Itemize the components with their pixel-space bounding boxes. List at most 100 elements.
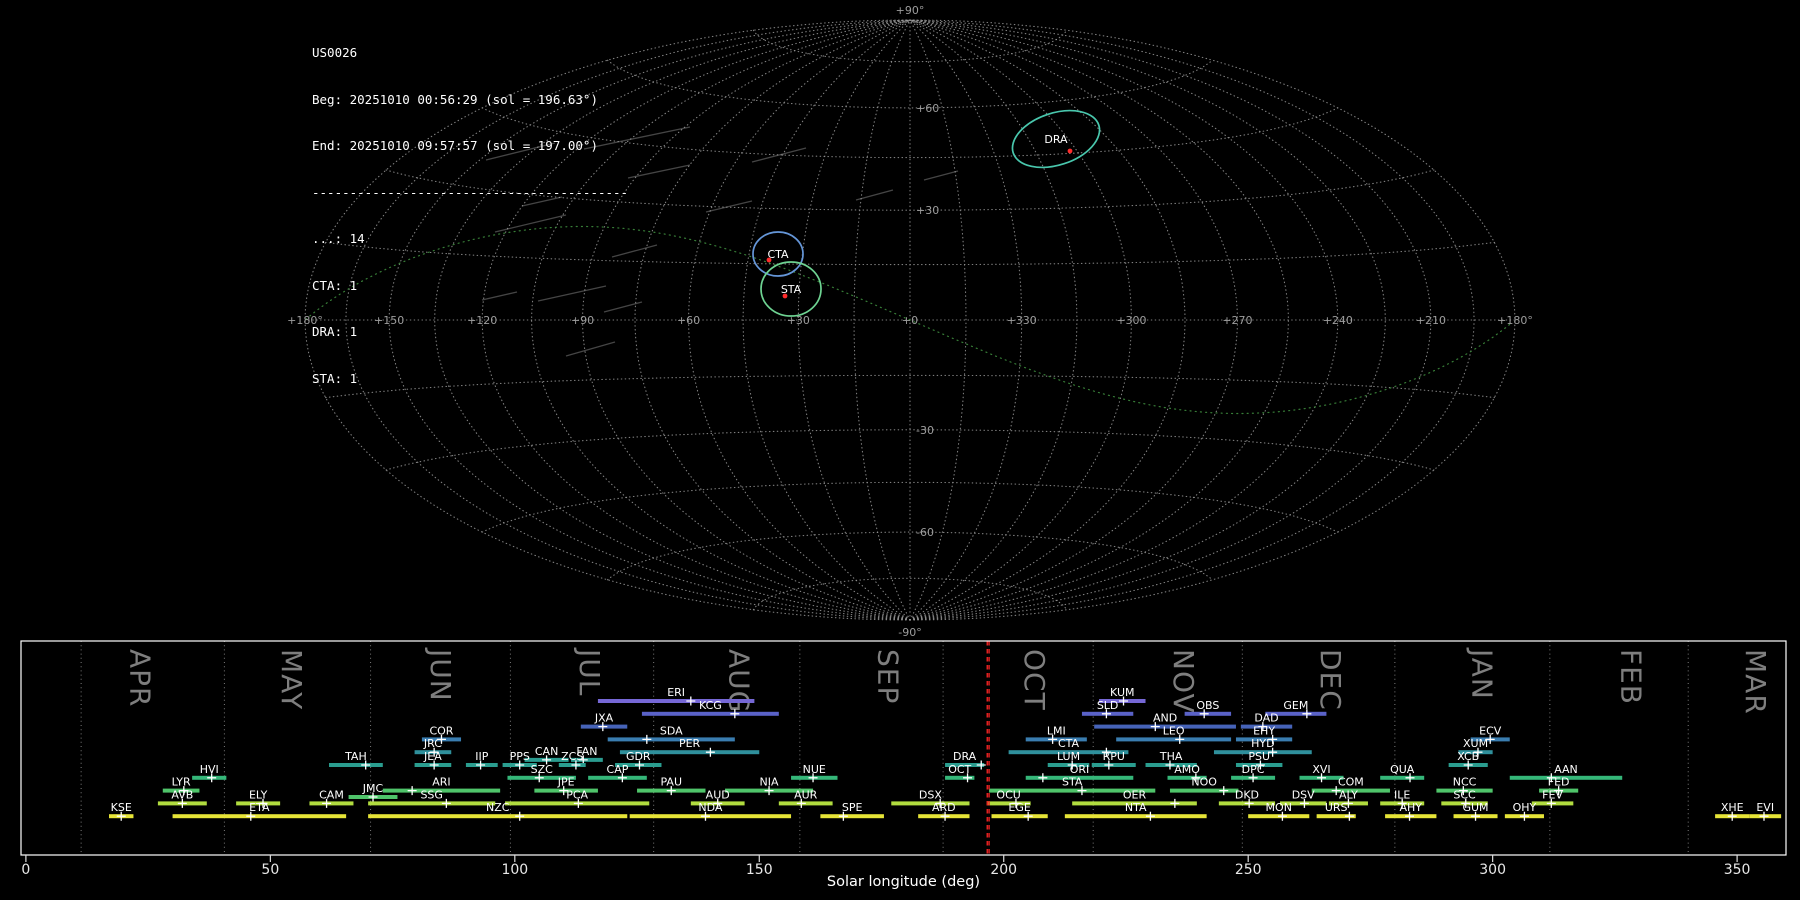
shower-bar-label: KCG [699,699,722,712]
shower-bar-label: SLD [1097,699,1119,712]
shower-bar-label: SPE [842,801,863,814]
month-label: JUL [573,647,606,696]
axis-tick-label: 200 [990,862,1017,878]
shower-bar-label: GUM [1462,801,1488,814]
shower-bar-label: AMO [1174,763,1200,776]
shower-peak-marker [441,798,451,808]
shower-bar [1116,737,1232,742]
shower-bar [368,814,628,819]
shower-peak-marker [705,747,715,757]
shower-peak-marker [1145,811,1155,821]
shower-bar [368,801,496,806]
shower-bar-label: OCU [996,788,1020,801]
shower-bar-label: ETA [249,801,270,814]
shower-bar-label: PER [679,737,701,750]
shower-bar-label: ALY [1339,788,1358,801]
axis-tick-label: 150 [746,862,773,878]
shower-bar-label: OER [1123,788,1147,801]
shower-bar-label: ECV [1479,724,1502,737]
shower-peak-marker [1219,786,1229,796]
shower-bar [641,711,779,716]
shower-bar-label: EVI [1756,801,1774,814]
month-label: SEP [871,649,904,704]
shower-bar-label: XVI [1312,763,1330,776]
shower-bar-label: HYD [1251,737,1274,750]
shower-bar-label: XCB [1457,750,1479,763]
count-dra: DRA: 1 [312,324,358,339]
shower-bar-label: NOO [1191,776,1217,789]
map-lon-label: +330 [1007,314,1037,327]
shower-bar [1380,775,1425,780]
shower-bar-label: XHE [1721,801,1744,814]
shower-bar-label: SZC [531,763,554,776]
shower-bar-label: ZCS [561,750,583,763]
shower-bar-label: PSU [1248,750,1270,763]
month-label: NOV [1167,649,1200,714]
shower-bar [1091,763,1136,767]
shower-bar-label: COR [429,724,453,737]
map-shower-label: STA [781,283,802,296]
shower-bar [629,814,792,819]
map-lon-label: +210 [1416,314,1446,327]
shower-bar [172,814,347,819]
map-lon-label: +60 [677,314,700,327]
shower-bar-label: AUD [706,788,730,801]
shower-bar-label: LMI [1047,724,1066,737]
shower-peak-marker [1170,798,1180,808]
meteor-streak [705,200,753,213]
shower-bar-label: THA [1159,750,1183,763]
shower-bar-label: FEV [1542,788,1563,801]
shower-bar [597,699,755,703]
map-lon-label: +300 [1116,314,1146,327]
map-shower-label: DRA [1044,133,1068,146]
month-label: MAR [1739,649,1772,715]
shower-bar [588,775,647,780]
grid-parallel [752,577,1068,611]
shower-bar-label: JXA [594,712,614,725]
shower-bar-label: QUA [1390,763,1415,776]
shower-bar-label: PCA [566,788,588,801]
obs-begin-line: Beg: 20251010 00:56:29 (sol = 196.63°) [312,91,598,107]
grid-meridian [742,19,911,621]
shower-peak-marker [976,760,986,770]
shower-bar-label: CTA [1058,737,1080,750]
shower-bar-label: KUM [1110,686,1134,699]
shower-bar-label: IIP [475,750,488,763]
shower-bar-label: NCC [1453,776,1477,789]
ecliptic-line [909,319,1511,415]
obs-end-line: End: 20251010 09:57:57 (sol = 197.00°) [312,138,598,153]
shower-bar-label: SDA [660,724,683,737]
shower-bar-label: ARD [932,801,956,814]
shower-bar-label: OHY [1513,801,1537,814]
shower-bar-label: AND [1153,712,1177,725]
count-sta: STA: 1 [312,370,358,386]
shower-bar-label: URS [1325,801,1348,814]
shower-bar-label: ELY [249,788,268,801]
shower-peak-marker [515,811,525,821]
axis-tick-label: 50 [261,862,279,878]
shower-bar-label: LUM [1057,750,1080,763]
shower-peak-marker [686,696,696,706]
map-pole-label-top: +90° [896,4,925,17]
shower-bar-label: ARI [432,776,450,789]
activity-timeline: APR MAY JUN JUL AUG SEP OCT NOV DEC JAN FEB MAR ERI K… [20,640,1787,890]
shower-bar-label: TAH [344,750,367,763]
shower-bar [607,737,735,742]
shower-bar-label: KSE [111,801,132,814]
shower-bar [820,814,884,819]
shower-bar [991,814,1048,819]
shower-bar-label: GEM [1283,699,1308,712]
meteor-streak [923,170,959,181]
map-lon-label: +0 [902,314,918,327]
shower-peak-marker [642,734,652,744]
shower-bar-label: DAD [1254,712,1278,725]
shower-bar-label: CAN [535,745,558,758]
axis-tick-label: 100 [501,862,528,878]
shower-bar-label: AVB [171,788,193,801]
shower-bar-label: EHY [1253,724,1275,737]
plot-canvas: +180° +150 +120 +90 +60 +30 +0 +330 +300 +270 +240… [20,4,1787,890]
shower-bar-label: LEO [1163,724,1185,737]
map-dec-label: -60 [916,526,934,539]
map-dec-label: +30 [916,204,939,217]
shower-peak-marker [407,786,417,796]
